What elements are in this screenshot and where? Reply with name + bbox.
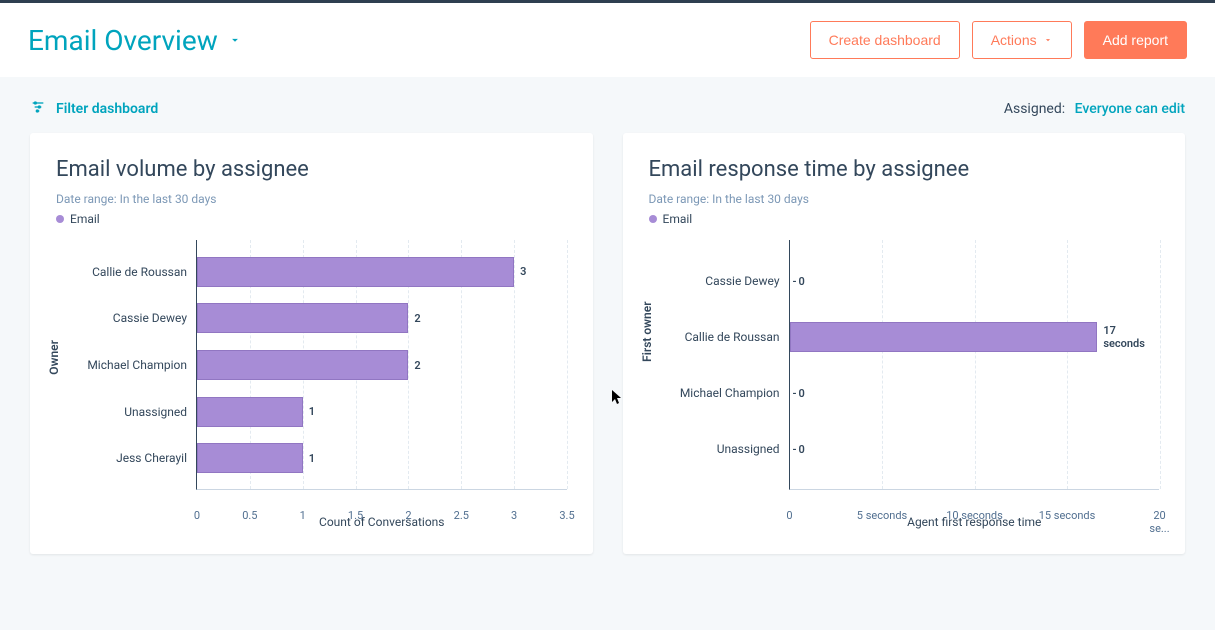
chart-area: First owner Agent first response time 05…	[649, 240, 1160, 530]
assigned-info: Assigned: Everyone can edit	[1004, 101, 1185, 117]
bar[interactable]	[197, 397, 303, 427]
x-tick: 2.5	[454, 509, 469, 522]
category-label: Unassigned	[717, 434, 790, 464]
x-axis-label: Count of Conversations	[319, 515, 444, 529]
date-range: Date range: In the last 30 days	[649, 192, 1160, 206]
actions-dropdown-button[interactable]: Actions	[972, 21, 1072, 59]
category-label: Cassie Dewey	[705, 266, 789, 296]
legend-dot-icon	[56, 215, 64, 223]
bar-row: Cassie Dewey2	[197, 303, 421, 333]
card-title: Email volume by assignee	[56, 157, 567, 182]
bar-value-label: 1	[309, 405, 315, 418]
bar-value-label: 2	[414, 312, 420, 325]
date-range: Date range: In the last 30 days	[56, 192, 567, 206]
actions-label: Actions	[991, 32, 1037, 48]
bar-value-label: 17 seconds	[1103, 324, 1159, 350]
bar-value-label: -0	[793, 378, 805, 408]
chart-legend: Email	[649, 212, 1160, 226]
bar-row: Michael Champion2	[197, 350, 421, 380]
filter-label: Filter dashboard	[56, 101, 158, 117]
create-dashboard-button[interactable]: Create dashboard	[810, 21, 960, 59]
chevron-down-icon	[228, 33, 242, 47]
assigned-link[interactable]: Everyone can edit	[1075, 101, 1185, 117]
category-label: Jess Cherayil	[116, 443, 197, 473]
x-tick: 10 seconds	[946, 509, 1003, 522]
legend-label: Email	[70, 212, 100, 226]
assigned-label: Assigned:	[1004, 101, 1065, 117]
bar[interactable]	[197, 303, 408, 333]
bar-value-label: 2	[414, 359, 420, 372]
category-label: Callie de Roussan	[92, 257, 197, 287]
bar-row: Callie de Roussan17 seconds	[790, 322, 1160, 352]
category-label: Cassie Dewey	[113, 303, 197, 333]
chart-legend: Email	[56, 212, 567, 226]
bar-value-label: 1	[309, 452, 315, 465]
x-tick: 5 seconds	[857, 509, 907, 522]
header-actions: Create dashboard Actions Add report	[810, 21, 1187, 59]
category-label: Callie de Roussan	[685, 322, 790, 352]
bar-value-label: -0	[793, 434, 805, 464]
category-label: Unassigned	[124, 397, 197, 427]
filter-bar: Filter dashboard Assigned: Everyone can …	[0, 77, 1215, 133]
dashboard-cards: Email volume by assignee Date range: In …	[0, 133, 1215, 554]
x-tick: 15 seconds	[1039, 509, 1096, 522]
bar-value-label: -0	[793, 266, 805, 296]
bar-row: Jess Cherayil1	[197, 443, 315, 473]
filter-icon	[30, 99, 46, 119]
x-tick: 3	[511, 509, 517, 522]
x-tick: 2	[405, 509, 411, 522]
legend-label: Email	[663, 212, 693, 226]
report-card-email-volume: Email volume by assignee Date range: In …	[30, 133, 593, 554]
report-card-response-time: Email response time by assignee Date ran…	[623, 133, 1186, 554]
dashboard-title-dropdown[interactable]: Email Overview	[28, 24, 242, 57]
y-axis-label: Owner	[47, 340, 61, 375]
chevron-down-icon	[1043, 35, 1053, 45]
bar[interactable]	[197, 350, 408, 380]
page-title: Email Overview	[28, 24, 218, 57]
x-tick: 3.5	[559, 509, 574, 522]
x-tick: 0	[194, 509, 200, 522]
bar-row: Unassigned1	[197, 397, 315, 427]
bar-row: Unassigned-0	[790, 434, 802, 464]
x-tick: 0.5	[242, 509, 257, 522]
x-tick: 0	[786, 509, 792, 522]
filter-dashboard-button[interactable]: Filter dashboard	[30, 99, 158, 119]
bars-container: Count of Conversations 00.511.522.533.5C…	[196, 240, 567, 490]
legend-dot-icon	[649, 215, 657, 223]
y-axis-label: First owner	[640, 301, 654, 361]
bar-row: Michael Champion-0	[790, 378, 802, 408]
category-label: Michael Champion	[87, 350, 197, 380]
x-tick: 1	[300, 509, 306, 522]
bar-row: Cassie Dewey-0	[790, 266, 802, 296]
card-title: Email response time by assignee	[649, 157, 1160, 182]
category-label: Michael Champion	[680, 378, 790, 408]
x-tick: 20 se...	[1149, 509, 1169, 535]
bars-container: Agent first response time 05 seconds10 s…	[789, 240, 1160, 490]
bar-row: Callie de Roussan3	[197, 257, 526, 287]
chart-area: Owner Count of Conversations 00.511.522.…	[56, 240, 567, 530]
bar[interactable]	[790, 322, 1098, 352]
header-bar: Email Overview Create dashboard Actions …	[0, 0, 1215, 77]
add-report-button[interactable]: Add report	[1084, 21, 1187, 59]
x-tick: 1.5	[348, 509, 363, 522]
bar-value-label: 3	[520, 265, 526, 278]
bar[interactable]	[197, 443, 303, 473]
bar[interactable]	[197, 257, 514, 287]
